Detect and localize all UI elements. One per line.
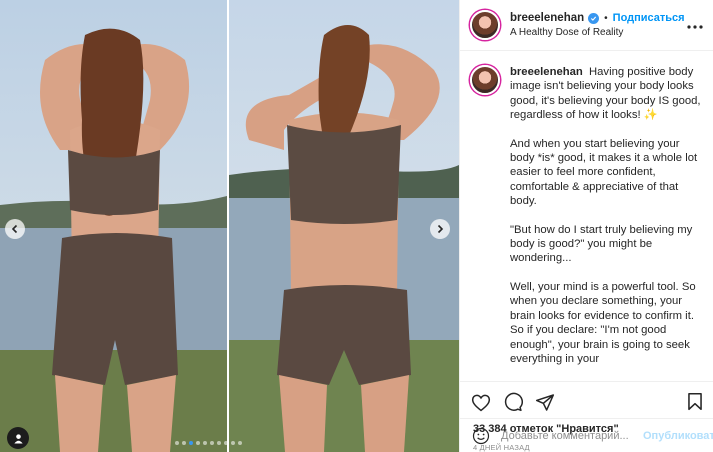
like-button[interactable]: [471, 393, 491, 412]
share-button[interactable]: [535, 393, 555, 412]
tagged-users-button[interactable]: [7, 427, 29, 449]
bookmark-icon: [688, 392, 702, 411]
post-header: breeelenehan • Подписаться A Healthy Dos…: [460, 0, 713, 51]
follow-button[interactable]: Подписаться: [613, 12, 685, 24]
action-bar: [460, 382, 713, 422]
post-location[interactable]: A Healthy Dose of Reality: [510, 27, 685, 38]
verified-badge-icon: [588, 12, 600, 24]
carousel-dot: [175, 441, 179, 445]
caption-paragraph: And when you start believing your body *…: [510, 137, 698, 208]
person-icon: [13, 433, 23, 444]
separator: •: [604, 12, 608, 24]
more-dots-icon: [687, 25, 703, 29]
author-username[interactable]: breeelenehan: [510, 12, 584, 24]
carousel-dot: [238, 441, 242, 445]
caption-text: breeelenehan Having positive body image …: [510, 65, 703, 381]
photo-back-view-2: [229, 0, 459, 452]
more-options-button[interactable]: [687, 16, 703, 34]
caption-paragraph: Well, your mind is a powerful tool. So w…: [510, 280, 696, 365]
chevron-right-icon: [437, 224, 444, 234]
caption-paragraph: breeelenehan Having positive body image …: [510, 66, 701, 122]
caption-avatar[interactable]: [470, 65, 500, 95]
carousel-dot: [224, 441, 228, 445]
photo-back-view-1: [0, 0, 227, 452]
carousel-dot: [189, 441, 193, 445]
carousel-prev-button[interactable]: [5, 219, 25, 239]
comment-bar: Опубликовать: [460, 418, 713, 452]
comment-button[interactable]: [503, 392, 523, 412]
instagram-post: breeelenehan • Подписаться A Healthy Dos…: [0, 0, 713, 452]
carousel-dot: [231, 441, 235, 445]
carousel-next-button[interactable]: [430, 219, 450, 239]
heart-icon: [471, 394, 491, 411]
carousel-dot: [196, 441, 200, 445]
paper-plane-icon: [535, 393, 555, 411]
carousel-dot: [182, 441, 186, 445]
carousel-dot: [203, 441, 207, 445]
publish-button[interactable]: Опубликовать: [643, 430, 713, 442]
caption-section: breeelenehan Having positive body image …: [460, 51, 713, 382]
emoji-smile-icon: [472, 427, 490, 444]
comment-input[interactable]: [501, 429, 643, 442]
author-avatar[interactable]: [470, 10, 500, 40]
caption-paragraph: "But how do I start truly believing my b…: [510, 223, 693, 265]
caption-username[interactable]: breeelenehan: [510, 66, 583, 78]
chevron-left-icon: [11, 224, 18, 234]
carousel-indicator: [175, 441, 242, 445]
post-media-carousel[interactable]: [0, 0, 459, 452]
emoji-button[interactable]: [472, 427, 490, 445]
carousel-dot: [217, 441, 221, 445]
save-button[interactable]: [687, 392, 703, 411]
carousel-dot: [210, 441, 214, 445]
post-sidebar: breeelenehan • Подписаться A Healthy Dos…: [459, 0, 713, 452]
comment-bubble-icon: [504, 392, 523, 412]
